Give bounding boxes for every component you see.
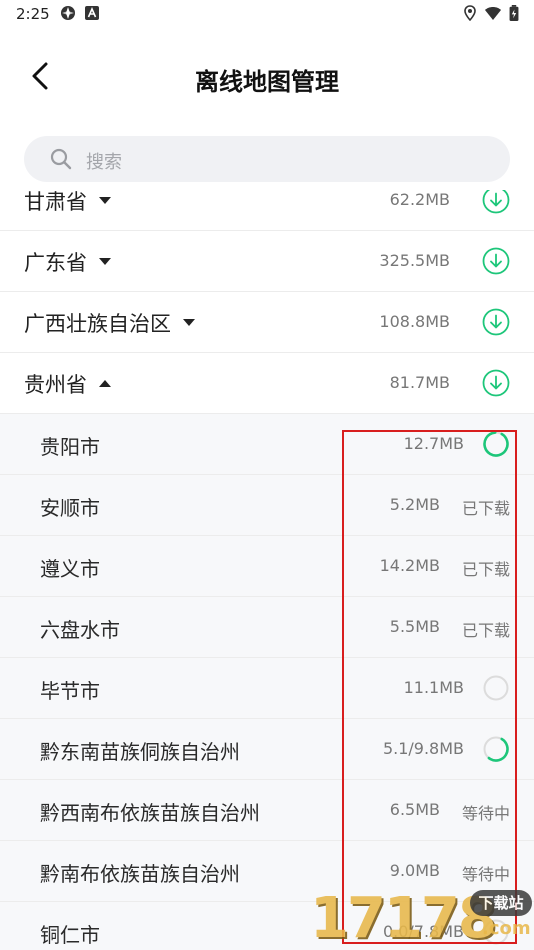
region-name: 贵阳市 (40, 435, 100, 459)
province-row[interactable]: 甘肃省 62.2MB (0, 190, 534, 231)
status-bar: 2:25 (0, 0, 534, 28)
region-size: 0.0/7.8MB (382, 922, 464, 941)
region-size: 5.1/9.8MB (382, 739, 464, 758)
search-input[interactable]: 搜索 (24, 136, 510, 182)
region-size: 325.5MB (379, 251, 450, 270)
caret-down-icon[interactable] (99, 196, 111, 204)
download-icon[interactable] (482, 308, 510, 336)
region-size: 5.5MB (389, 617, 440, 636)
page-title: 离线地图管理 (195, 68, 339, 96)
city-row[interactable]: 黔南布依族苗族自治州 9.0MB 等待中 (0, 841, 534, 902)
battery-icon (509, 5, 519, 21)
city-row[interactable]: 贵阳市 12.7MB (0, 414, 534, 475)
city-row[interactable]: 六盘水市 5.5MB 已下载 (0, 597, 534, 658)
region-name: 毕节市 (40, 679, 100, 703)
download-status: 等待中 (461, 865, 510, 884)
region-name: 黔西南布依族苗族自治州 (40, 801, 260, 825)
city-row[interactable]: 黔西南布依族苗族自治州 6.5MB 等待中 (0, 780, 534, 841)
progress-ring-icon[interactable] (482, 918, 510, 946)
status-time: 2:25 (16, 5, 50, 23)
city-row[interactable]: 毕节市 11.1MB (0, 658, 534, 719)
region-size: 14.2MB (379, 556, 440, 575)
region-size: 108.8MB (379, 312, 450, 331)
caret-down-icon[interactable] (99, 257, 111, 265)
download-status: 已下载 (461, 621, 510, 640)
region-name: 遵义市 (40, 557, 100, 581)
region-name: 六盘水市 (40, 618, 120, 642)
region-name: 甘肃省 (24, 190, 111, 216)
region-name: 黔南布依族苗族自治州 (40, 862, 240, 886)
download-icon[interactable] (482, 247, 510, 275)
location-icon (464, 5, 476, 21)
region-name: 贵州省 (24, 369, 111, 399)
region-size: 5.2MB (389, 495, 440, 514)
city-row[interactable]: 安顺市 5.2MB 已下载 (0, 475, 534, 536)
download-status: 已下载 (461, 560, 510, 579)
region-size: 81.7MB (389, 373, 450, 392)
region-size: 6.5MB (389, 800, 440, 819)
region-name: 铜仁市 (40, 923, 100, 947)
caret-up-icon[interactable] (99, 379, 111, 387)
app-header: 离线地图管理 (0, 28, 534, 120)
region-size: 9.0MB (389, 861, 440, 880)
progress-ring-icon[interactable] (482, 735, 510, 763)
region-size: 11.1MB (403, 678, 464, 697)
province-row[interactable]: 贵州省 81.7MB (0, 353, 534, 414)
city-row[interactable]: 铜仁市 0.0/7.8MB (0, 902, 534, 950)
region-name: 安顺市 (40, 496, 100, 520)
download-status: 已下载 (461, 499, 510, 518)
search-placeholder: 搜索 (86, 152, 122, 173)
region-name: 黔东南苗族侗族自治州 (40, 740, 240, 764)
progress-ring-icon[interactable] (482, 674, 510, 702)
caret-down-icon[interactable] (183, 318, 195, 326)
city-row[interactable]: 黔东南苗族侗族自治州 5.1/9.8MB (0, 719, 534, 780)
progress-ring-icon[interactable] (482, 430, 510, 458)
download-icon[interactable] (482, 369, 510, 397)
region-size: 12.7MB (403, 434, 464, 453)
province-row[interactable]: 广西壮族自治区 108.8MB (0, 292, 534, 353)
region-name: 广西壮族自治区 (24, 308, 195, 338)
province-row[interactable]: 广东省 325.5MB (0, 231, 534, 292)
region-size: 62.2MB (389, 190, 450, 209)
download-icon[interactable] (482, 190, 510, 214)
city-row[interactable]: 遵义市 14.2MB 已下载 (0, 536, 534, 597)
a-notification-icon (85, 6, 99, 20)
app-notification-icon (61, 6, 75, 20)
region-name: 广东省 (24, 247, 111, 277)
wifi-icon (485, 7, 501, 20)
download-status: 等待中 (461, 804, 510, 823)
search-icon (50, 148, 72, 170)
region-list: 甘肃省 62.2MB 广东省 325.5MB 广西壮族自治区 108.8MB 贵州省 81.7… (0, 190, 534, 950)
